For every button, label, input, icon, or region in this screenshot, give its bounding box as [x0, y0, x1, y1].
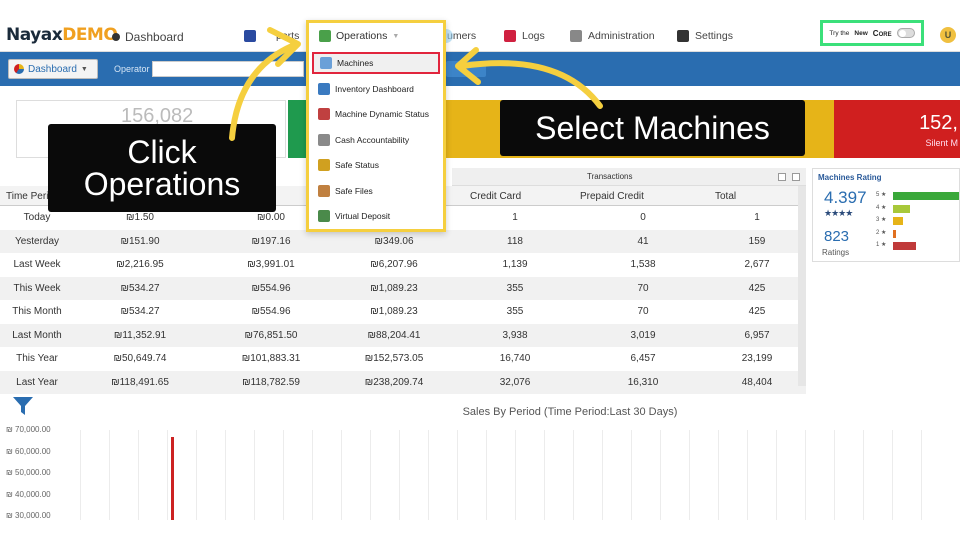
tutorial-arrows — [229, 27, 603, 141]
arrow-to-machines — [459, 60, 603, 109]
